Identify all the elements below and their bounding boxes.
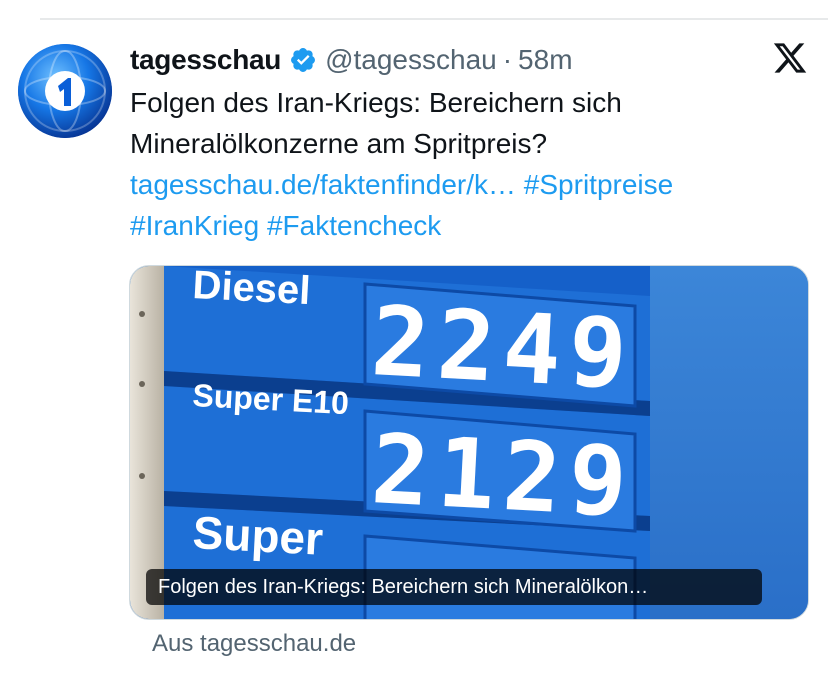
- tweet-text: Folgen des Iran-Kriegs: Bereichern sich …: [130, 82, 810, 246]
- tweet-card[interactable]: tagesschau @tagesschau · 58m Folgen des …: [0, 0, 828, 679]
- sign-label-diesel: Diesel: [192, 266, 312, 313]
- tweet-links-line-1: tagesschau.de/faktenfinder/k… #Spritprei…: [130, 164, 810, 205]
- timestamp[interactable]: 58m: [518, 44, 572, 76]
- sign-label-super: Super: [191, 506, 324, 565]
- tagesschau-logo-icon[interactable]: [18, 44, 112, 138]
- tweet-header: tagesschau @tagesschau · 58m: [130, 40, 573, 80]
- x-logo-icon[interactable]: [772, 40, 808, 76]
- link-card-image[interactable]: Diesel Super E10 Super 2249 2129: [129, 265, 809, 620]
- link-card-caption[interactable]: Folgen des Iran-Kriegs: Bereichern sich …: [146, 569, 762, 605]
- article-link[interactable]: tagesschau.de/faktenfinder/k…: [130, 169, 516, 200]
- display-name[interactable]: tagesschau: [130, 44, 281, 76]
- tweet-text-line-2: Mineralölkonzerne am Spritpreis?: [130, 128, 548, 159]
- handle[interactable]: @tagesschau: [325, 44, 497, 76]
- tweet-links-line-2: #IranKrieg #Faktencheck: [130, 205, 810, 246]
- hashtag-faktencheck[interactable]: #Faktencheck: [267, 210, 441, 241]
- verified-badge-icon: [289, 46, 317, 74]
- sign-price-diesel: 2249: [369, 285, 638, 411]
- sign-price-super-e10: 2129: [369, 413, 638, 539]
- hashtag-spritpreise[interactable]: #Spritpreise: [524, 169, 673, 200]
- top-divider: [40, 18, 828, 20]
- tweet-text-line-1: Folgen des Iran-Kriegs: Bereichern sich: [130, 87, 622, 118]
- hashtag-irankrieg[interactable]: #IranKrieg: [130, 210, 259, 241]
- link-card-source[interactable]: Aus tagesschau.de: [152, 630, 356, 658]
- separator-dot: ·: [502, 44, 513, 75]
